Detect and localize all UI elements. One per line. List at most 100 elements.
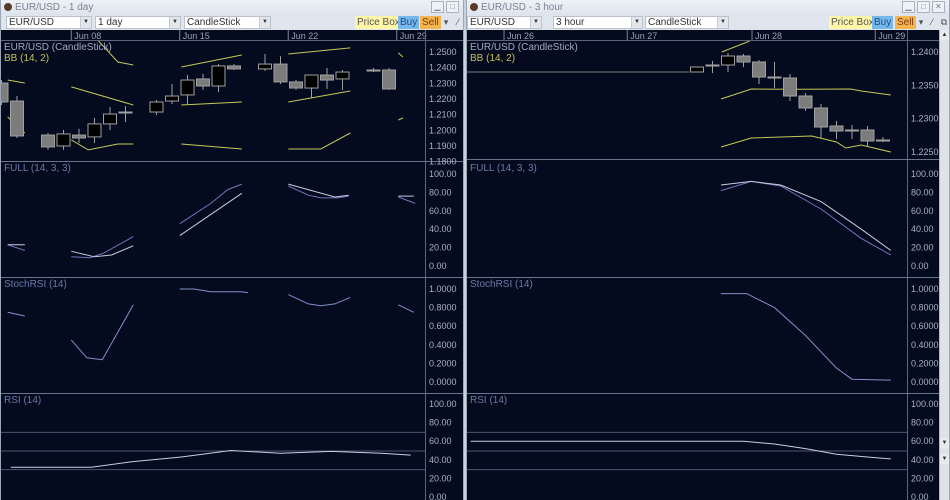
candle-bearish [227,65,241,70]
full-k-line [71,245,134,258]
candle-bullish [56,133,71,147]
price-box-button[interactable]: Price Box [829,16,876,29]
full-tick-label: 80.00 [429,187,452,197]
app-icon [470,3,478,11]
chevron-down-icon[interactable]: ▼ [717,17,728,28]
buy-button[interactable]: Buy [872,16,894,29]
bollinger-middle-band [288,90,351,103]
candle-bearish [829,125,844,132]
candle-bullish [211,65,226,87]
symbol-select[interactable]: EUR/USD ▼ [467,16,542,29]
stochrsi-line [179,288,248,294]
rsi-tick-label: 0.00 [911,492,929,500]
date-tick-label: Jun 29 [400,31,427,41]
chart-type-select[interactable]: CandleStick ▼ [184,16,271,29]
rsi-tick-label: 0.00 [429,492,447,500]
price-tick-label: 1.2300 [911,114,939,124]
chevron-down-icon[interactable]: ▼ [530,17,541,28]
rsi-panel-label: RSI (14) [4,395,41,406]
chevron-down-icon[interactable]: ▼ [169,17,180,28]
price-tick-label: 1.2000 [429,125,457,135]
minimize-button[interactable]: ▁ [902,1,915,13]
scroll-down-icon[interactable]: ▼ [940,438,949,448]
date-tick-label: Jun 27 [630,31,657,41]
price-box-button[interactable]: Price Box [355,16,402,29]
interval-select[interactable]: 3 hour ▼ [553,16,643,29]
candle-bearish [72,134,86,139]
full-tick-label: 60.00 [429,206,452,216]
chevron-down-icon[interactable]: ▼ [259,17,270,28]
chart-toolbar: EUR/USD ▼ 1 day ▼ CandleStick ▼ Price Box B… [1,15,463,30]
interval-select[interactable]: 1 day ▼ [95,16,181,29]
price-tick-label: 1.2300 [429,78,457,88]
bollinger-upper-band [7,79,25,84]
full-d-line [720,180,892,256]
chart-window-3hour: EUR/USD - 3 hour ▁ □ ✕ EUR/USD ▼ 3 hour ▼ Ca… [466,0,950,500]
full-tick-label: 20.00 [429,243,452,253]
detach-icon[interactable]: ⧉ [939,16,949,29]
candle-bullish [87,123,102,138]
chart-type-select[interactable]: CandleStick ▼ [645,16,729,29]
chart-toolbar: EUR/USD ▼ 3 hour ▼ CandleStick ▼ Price Box … [467,15,949,30]
full-tick-label: 60.00 [911,206,934,216]
candle-bearish [273,63,288,83]
candle-bearish [860,129,875,142]
chevron-down-icon[interactable]: ▼ [80,17,91,28]
rsi-panel-label: RSI (14) [470,395,507,406]
scroll-down-icon[interactable]: ▼ [940,454,949,464]
rsi-tick-label: 60.00 [911,436,934,446]
candle-bearish [814,107,828,128]
rsi-tick-label: 100.00 [911,399,939,409]
maximize-button[interactable]: □ [446,1,459,13]
chart-type-value: CandleStick [187,17,241,28]
price-tick-label: 1.2500 [429,47,457,57]
sell-button[interactable]: Sell [895,16,916,29]
candle-bullish [335,71,350,80]
scroll-up-icon[interactable]: ▲ [940,30,949,40]
stochrsi-tick-label: 0.2000 [429,358,457,368]
maximize-button[interactable]: □ [917,1,930,13]
bollinger-upper-band [181,54,242,68]
stochrsi-panel-label: StochRSI (14) [470,279,533,290]
buy-button[interactable]: Buy [398,16,420,29]
candle-bullish [721,55,735,66]
title-bar: EUR/USD - 1 day ▁ □ [1,0,463,15]
close-button[interactable]: ✕ [932,1,945,13]
dropdown-icon[interactable]: ▾ [916,16,926,29]
full-tick-label: 0.00 [911,261,929,271]
chart-canvas[interactable]: Jun 08 Jun 15 Jun 22 Jun 291.2500 1.2400 1.23… [1,30,463,500]
candle-bullish [118,111,133,114]
bollinger-middle-band [398,117,404,121]
date-tick-label: Jun 08 [74,31,101,41]
minimize-button[interactable]: ▁ [431,1,444,13]
symbol-select[interactable]: EUR/USD ▼ [6,16,92,29]
full-tick-label: 100.00 [911,169,939,179]
chart-canvas[interactable]: Jun 26 Jun 27 Jun 28 Jun 29 1.2400 1.2350 1.23… [467,30,939,500]
price-tick-label: 1.1800 [429,157,457,167]
dropdown-icon[interactable]: ▾ [441,16,451,29]
stochrsi-tick-label: 0.8000 [911,303,939,313]
draw-tool-icon[interactable]: ⁄ [927,16,937,29]
rsi-tick-label: 40.00 [911,455,934,465]
vertical-scrollbar[interactable]: ▲ ▼ ▼ [939,30,949,500]
stochrsi-panel-label: StochRSI (14) [4,279,67,290]
chevron-down-icon[interactable]: ▼ [631,17,642,28]
candle-bearish [798,95,813,109]
full-tick-label: 40.00 [911,224,934,234]
stochrsi-tick-label: 1.0000 [911,284,939,294]
draw-tool-icon[interactable]: ⁄ [453,16,463,29]
full-tick-label: 0.00 [429,261,447,271]
bollinger-upper-band [288,47,351,55]
stochrsi-tick-label: 1.0000 [429,284,457,294]
bollinger-lower-band [71,139,134,151]
date-tick-label: Jun 26 [507,31,534,41]
full-tick-label: 80.00 [911,187,934,197]
candle-bearish [289,81,303,89]
full-tick-label: 20.00 [911,243,934,253]
stochrsi-tick-label: 0.0000 [911,377,939,387]
app-icon [4,3,12,11]
sell-button[interactable]: Sell [420,16,441,29]
price-tick-label: 1.2350 [911,80,939,90]
rsi-tick-label: 20.00 [911,473,934,483]
candle-bearish [736,55,751,63]
